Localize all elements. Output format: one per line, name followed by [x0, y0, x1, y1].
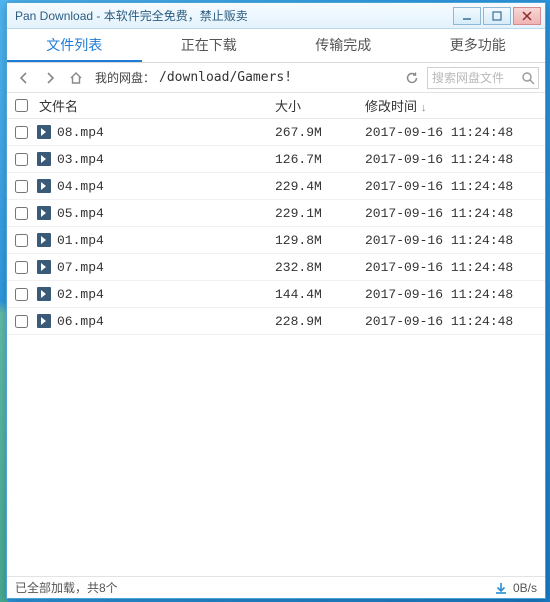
toolbar: 我的网盘： /download/Gamers!	[7, 63, 545, 93]
select-all-checkbox[interactable]	[15, 99, 35, 112]
search-input[interactable]	[432, 71, 520, 85]
minimize-button[interactable]	[453, 7, 481, 25]
video-file-icon	[35, 313, 53, 329]
video-file-icon	[35, 286, 53, 302]
file-name: 06.mp4	[57, 314, 275, 329]
video-file-icon	[35, 124, 53, 140]
video-file-icon	[35, 232, 53, 248]
status-bar: 已全部加载，共8个 0B/s	[7, 576, 545, 598]
table-row[interactable]: 04.mp4229.4M2017-09-16 11:24:48	[7, 173, 545, 200]
col-size[interactable]: 大小	[275, 96, 365, 115]
row-checkbox[interactable]	[15, 288, 35, 301]
tab-downloading[interactable]: 正在下载	[142, 29, 277, 62]
table-row[interactable]: 05.mp4229.1M2017-09-16 11:24:48	[7, 200, 545, 227]
file-name: 07.mp4	[57, 260, 275, 275]
table-row[interactable]: 07.mp4232.8M2017-09-16 11:24:48	[7, 254, 545, 281]
row-checkbox[interactable]	[15, 234, 35, 247]
app-window: Pan Download - 本软件完全免费，禁止贩卖 文件列表正在下载传输完成…	[6, 2, 546, 599]
table-row[interactable]: 03.mp4126.7M2017-09-16 11:24:48	[7, 146, 545, 173]
window-title: Pan Download - 本软件完全免费，禁止贩卖	[15, 7, 451, 24]
video-file-icon	[35, 205, 53, 221]
sort-desc-icon: ↓	[421, 102, 427, 114]
search-box[interactable]	[427, 67, 539, 89]
file-mtime: 2017-09-16 11:24:48	[365, 152, 537, 167]
file-mtime: 2017-09-16 11:24:48	[365, 125, 537, 140]
video-file-icon	[35, 259, 53, 275]
file-name: 05.mp4	[57, 206, 275, 221]
table-row[interactable]: 02.mp4144.4M2017-09-16 11:24:48	[7, 281, 545, 308]
home-button[interactable]	[65, 67, 87, 89]
file-size: 126.7M	[275, 152, 365, 167]
video-file-icon	[35, 151, 53, 167]
file-mtime: 2017-09-16 11:24:48	[365, 206, 537, 221]
file-size: 144.4M	[275, 287, 365, 302]
refresh-button[interactable]	[401, 67, 423, 89]
file-size: 267.9M	[275, 125, 365, 140]
status-speed: 0B/s	[513, 581, 537, 595]
table-header: 文件名 大小 修改时间↓	[7, 93, 545, 119]
row-checkbox[interactable]	[15, 315, 35, 328]
file-size: 129.8M	[275, 233, 365, 248]
table-row[interactable]: 08.mp4267.9M2017-09-16 11:24:48	[7, 119, 545, 146]
row-checkbox[interactable]	[15, 180, 35, 193]
tab-done[interactable]: 传输完成	[276, 29, 411, 62]
file-size: 228.9M	[275, 314, 365, 329]
col-mtime[interactable]: 修改时间↓	[365, 96, 537, 115]
file-mtime: 2017-09-16 11:24:48	[365, 314, 537, 329]
path-label: 我的网盘：	[95, 69, 155, 86]
file-list[interactable]: 08.mp4267.9M2017-09-16 11:24:4803.mp4126…	[7, 119, 545, 576]
file-name: 08.mp4	[57, 125, 275, 140]
row-checkbox[interactable]	[15, 126, 35, 139]
table-row[interactable]: 06.mp4228.9M2017-09-16 11:24:48	[7, 308, 545, 335]
file-mtime: 2017-09-16 11:24:48	[365, 287, 537, 302]
tab-bar: 文件列表正在下载传输完成更多功能	[7, 29, 545, 63]
path-value[interactable]: /download/Gamers!	[159, 70, 292, 85]
col-name[interactable]: 文件名	[35, 96, 275, 115]
row-checkbox[interactable]	[15, 261, 35, 274]
tab-filelist[interactable]: 文件列表	[7, 29, 142, 62]
row-checkbox[interactable]	[15, 153, 35, 166]
close-button[interactable]	[513, 7, 541, 25]
row-checkbox[interactable]	[15, 207, 35, 220]
file-size: 229.1M	[275, 206, 365, 221]
video-file-icon	[35, 178, 53, 194]
download-icon	[495, 582, 507, 594]
file-mtime: 2017-09-16 11:24:48	[365, 260, 537, 275]
titlebar[interactable]: Pan Download - 本软件完全免费，禁止贩卖	[7, 3, 545, 29]
file-size: 229.4M	[275, 179, 365, 194]
maximize-button[interactable]	[483, 7, 511, 25]
file-mtime: 2017-09-16 11:24:48	[365, 233, 537, 248]
back-button[interactable]	[13, 67, 35, 89]
file-name: 03.mp4	[57, 152, 275, 167]
file-name: 02.mp4	[57, 287, 275, 302]
file-mtime: 2017-09-16 11:24:48	[365, 179, 537, 194]
table-row[interactable]: 01.mp4129.8M2017-09-16 11:24:48	[7, 227, 545, 254]
file-size: 232.8M	[275, 260, 365, 275]
forward-button[interactable]	[39, 67, 61, 89]
search-icon[interactable]	[521, 71, 535, 85]
file-name: 01.mp4	[57, 233, 275, 248]
file-name: 04.mp4	[57, 179, 275, 194]
tab-more[interactable]: 更多功能	[411, 29, 546, 62]
status-loaded: 已全部加载，共8个	[15, 579, 118, 596]
